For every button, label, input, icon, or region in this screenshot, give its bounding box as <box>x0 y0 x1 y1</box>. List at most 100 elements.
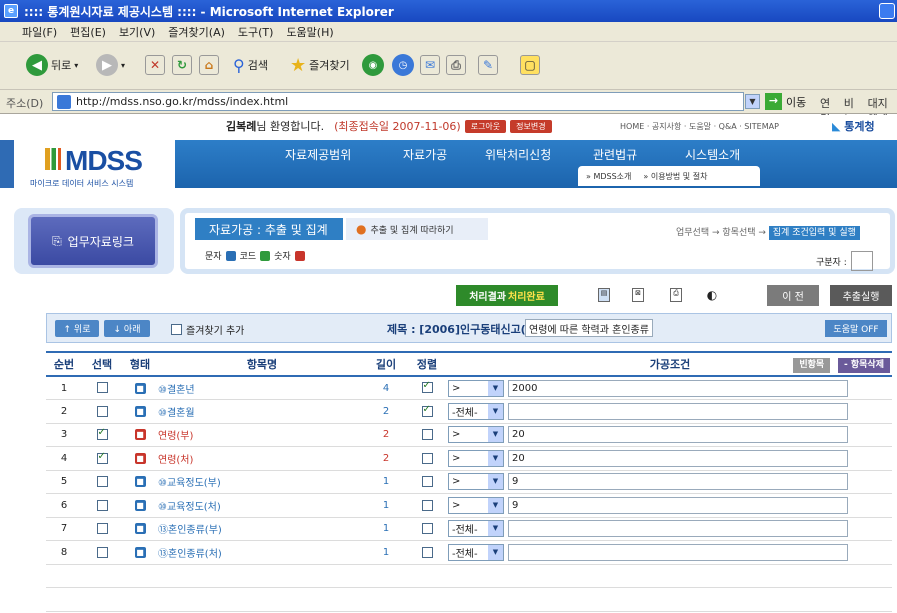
address-input[interactable]: http://mdss.nso.go.kr/mdss/index.html <box>52 92 744 111</box>
nav-item-processing[interactable]: 자료가공 <box>403 146 447 163</box>
row-select-checkbox[interactable] <box>96 427 108 440</box>
menu-edit[interactable]: 편집(E) <box>70 24 106 40</box>
menu-file[interactable]: 파일(F) <box>22 24 57 40</box>
chevron-down-icon: ▼ <box>488 521 503 537</box>
row-sort-checkbox[interactable] <box>421 404 433 417</box>
condition-operator-select[interactable]: > ▼ <box>448 473 504 491</box>
subnav-howto[interactable]: » 이용방법 및 절차 <box>643 171 707 182</box>
condition-value-input[interactable]: 9 <box>508 496 848 514</box>
favorites-button[interactable]: ★ 즐겨찾기 <box>290 52 350 78</box>
org-logo[interactable]: ◣ 통계청 <box>832 118 875 134</box>
edit-icon[interactable]: ✎ <box>478 55 498 75</box>
table-row[interactable]: 8 ■ ⑬혼인종류(처) 1 -전체- ▼ <box>46 540 892 565</box>
logout-button[interactable]: 로그아웃 <box>464 119 507 133</box>
table-row[interactable]: 5 ■ ⑩교육정도(부) 1 > ▼ 9 <box>46 470 892 494</box>
mdss-logo[interactable]: MDSS <box>45 145 143 177</box>
menu-favorites[interactable]: 즐겨찾기(A) <box>168 24 225 40</box>
print-page-icon[interactable]: ⎙ <box>670 288 682 302</box>
add-favorite[interactable]: 즐겨찾기 추가 <box>171 322 244 337</box>
nav-item-system[interactable]: 시스템소개 <box>685 146 740 163</box>
row-sort-checkbox[interactable] <box>421 546 433 558</box>
nav-item-range[interactable]: 자료제공범위 <box>285 146 351 163</box>
condition-operator-select[interactable]: -전체- ▼ <box>448 520 504 538</box>
excel-icon[interactable]: ⊠ <box>632 288 644 302</box>
table-row[interactable]: 2■⑩결혼월2-전체-▼ <box>46 399 892 424</box>
tab-extract[interactable]: 자료가공 : 추출 및 집계 <box>195 218 343 240</box>
row-sort-checkbox[interactable] <box>421 523 433 534</box>
delimiter-input[interactable] <box>850 251 873 271</box>
row-select-checkbox[interactable] <box>96 523 108 534</box>
menu-tools[interactable]: 도구(T) <box>238 24 274 40</box>
condition-operator-select[interactable]: > ▼ <box>448 496 504 514</box>
condition-value-input[interactable]: 20 <box>508 449 848 467</box>
mail-icon[interactable]: ✉ <box>420 55 440 75</box>
table-row[interactable]: 1 ■ ⑩결혼년4 >▼2000 <box>46 376 892 400</box>
row-select-checkbox[interactable] <box>96 476 108 487</box>
type-legend: 문자 코드 숫자 <box>205 249 305 262</box>
condition-operator-select[interactable]: > ▼ <box>448 426 504 444</box>
condition-operator-select[interactable]: > ▼ <box>448 379 504 397</box>
empty-item-button[interactable]: 빈항목 <box>793 358 831 373</box>
print-icon[interactable]: ⎙ <box>446 55 466 75</box>
menu-view[interactable]: 보기(V) <box>119 24 155 40</box>
top-links[interactable]: HOME · 공지사항 · 도움말 · Q&A · SITEMAP <box>620 121 779 132</box>
subnav-mdss[interactable]: » MDSS소개 <box>586 171 631 182</box>
menu-help[interactable]: 도움말(H) <box>286 24 333 40</box>
row-sort-checkbox[interactable] <box>421 499 433 511</box>
row-sort-checkbox[interactable] <box>421 429 433 440</box>
condition-value-input[interactable] <box>508 520 848 538</box>
row-item-name: 연령(처) <box>158 446 366 471</box>
row-select-checkbox[interactable] <box>96 451 108 464</box>
table-row[interactable]: 3 ■ 연령(부)2 >▼20 <box>46 423 892 447</box>
work-link-button[interactable]: ⎘ 업무자료링크 <box>28 214 158 268</box>
table-row[interactable]: 4 ■ 연령(처)2 >▼20 <box>46 446 892 471</box>
help-off-button[interactable]: 도움말 OFF <box>825 320 887 337</box>
nav-item-laws[interactable]: 관련법규 <box>593 146 637 163</box>
move-up-button[interactable]: ↑ 위로 <box>55 320 99 337</box>
title-input[interactable]: 연령에 따른 학력과 혼인종류 <box>525 319 653 337</box>
home-icon[interactable]: ⌂ <box>199 55 219 75</box>
row-sort-checkbox[interactable] <box>421 476 433 487</box>
condition-operator-select[interactable]: -전체- ▼ <box>448 543 504 561</box>
refresh-icon[interactable]: ↻ <box>172 55 192 75</box>
history-icon[interactable]: ◷ <box>392 54 414 76</box>
favorite-checkbox[interactable] <box>171 324 182 335</box>
row-select-checkbox[interactable] <box>96 546 108 558</box>
condition-value-input[interactable]: 9 <box>508 473 848 491</box>
condition-value-input[interactable] <box>508 543 848 561</box>
tab-tutorial[interactable]: ● 추출 및 집계 따라하기 <box>346 218 488 240</box>
row-sort-checkbox[interactable] <box>421 452 433 464</box>
search-button[interactable]: ⚲ 검색 <box>233 52 268 78</box>
forward-button[interactable]: ▶ ▾ <box>96 52 125 78</box>
prev-button[interactable]: 이 전 <box>767 285 819 306</box>
table-row[interactable]: 6 ■ ⑩교육정도(처) 1 > ▼ 9 <box>46 493 892 518</box>
stop-icon[interactable]: ✕ <box>145 55 165 75</box>
row-no: 6 <box>46 493 82 518</box>
nav-item-consign[interactable]: 위탁처리신청 <box>485 146 551 163</box>
move-down-button[interactable]: ↓ 아래 <box>104 320 150 337</box>
address-dropdown-icon[interactable]: ▼ <box>745 94 760 109</box>
delimiter-field: 구분자 : <box>816 251 873 271</box>
save-icon[interactable]: ◐ <box>706 288 718 302</box>
info-change-button[interactable]: 정보변경 <box>510 119 552 133</box>
document-icon[interactable]: ▤ <box>598 288 610 302</box>
row-sort-checkbox[interactable] <box>421 380 433 394</box>
row-select-checkbox[interactable] <box>96 405 108 417</box>
media-icon[interactable]: ◉ <box>362 54 384 76</box>
condition-operator-select[interactable]: -전체- ▼ <box>448 402 504 420</box>
go-button[interactable]: → 이동 <box>765 93 806 110</box>
row-no: 3 <box>46 423 82 447</box>
condition-value-input[interactable] <box>508 402 848 420</box>
run-extract-button[interactable]: 추출실행 <box>830 285 892 306</box>
row-select-checkbox[interactable] <box>96 499 108 511</box>
condition-operator-select[interactable]: > ▼ <box>448 449 504 467</box>
messenger-icon[interactable]: ▢ <box>520 55 540 75</box>
row-select-checkbox[interactable] <box>96 382 108 394</box>
back-button[interactable]: ◀ 뒤로 ▾ <box>26 52 78 78</box>
condition-value-input[interactable]: 20 <box>508 426 848 444</box>
condition-value-input[interactable]: 2000 <box>508 379 848 397</box>
delete-item-button[interactable]: - 항목삭제 <box>838 358 890 373</box>
table-row[interactable]: 7 ■ ⑬혼인종류(부) 1 -전체- ▼ <box>46 517 892 541</box>
row-length: 4 <box>366 376 406 400</box>
window-minimize-button[interactable] <box>879 3 895 19</box>
